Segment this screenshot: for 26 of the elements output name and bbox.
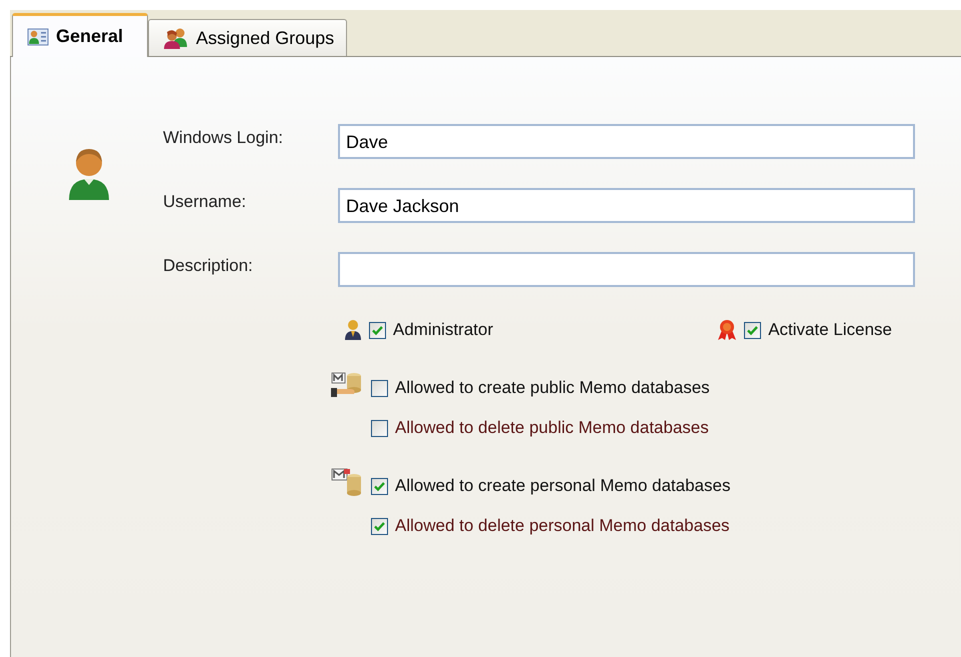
checkbox-label: Administrator: [393, 320, 494, 340]
checkbox[interactable]: [371, 478, 388, 494]
tab[interactable]: Assigned Groups: [148, 19, 348, 56]
database-hand-icon: [330, 371, 364, 399]
input-field[interactable]: [338, 252, 915, 287]
contact-card-icon: [27, 28, 49, 46]
checkbox[interactable]: [371, 380, 388, 396]
checkbox-label: Activate License: [768, 320, 892, 340]
checkbox-label: Allowed to delete personal Memo databases: [395, 516, 730, 536]
tab[interactable]: General: [12, 13, 148, 57]
award-ribbon-icon: [717, 319, 738, 341]
checkbox-label: Allowed to delete public Memo databases: [395, 418, 709, 438]
input-field[interactable]: Dave Jackson: [338, 188, 915, 223]
input-field[interactable]: Dave: [338, 124, 915, 159]
checkbox-label: Allowed to create public Memo databases: [395, 378, 710, 398]
user-icon: [344, 319, 362, 341]
checkbox[interactable]: [371, 420, 388, 436]
checkbox[interactable]: [371, 518, 388, 534]
checkbox-label: Allowed to create personal Memo databases: [395, 476, 730, 496]
database-icon: [330, 467, 364, 497]
field-label: Username:: [163, 192, 248, 212]
field-label: Windows Login:: [163, 128, 284, 148]
checkbox[interactable]: [744, 322, 762, 338]
field-label: Description:: [163, 256, 254, 276]
checkbox[interactable]: [369, 322, 386, 338]
people-icon: [163, 27, 190, 49]
